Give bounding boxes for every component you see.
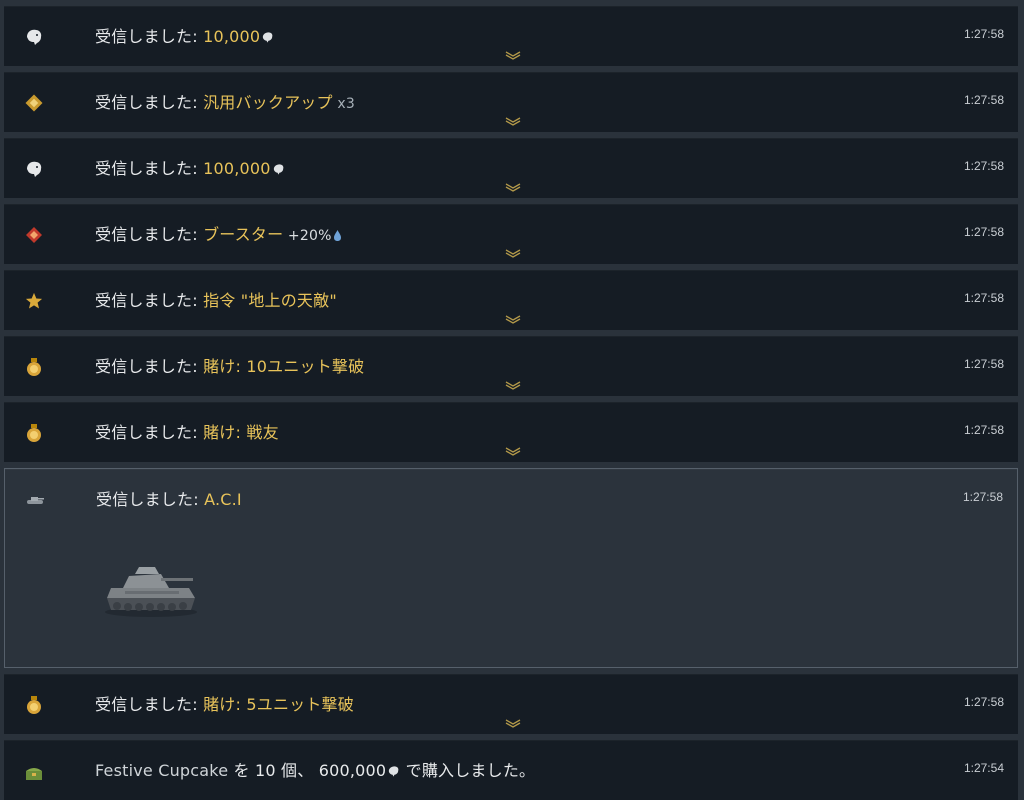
notification-text: 受信しました: 賭け: 10ユニット撃破 xyxy=(95,353,364,377)
notification-row[interactable]: 受信しました: 指令 "地上の天敵" 1:27:58 xyxy=(4,270,1018,330)
booster-value: +20% xyxy=(283,228,332,244)
booster-icon xyxy=(23,224,45,246)
expand-chevron-icon[interactable] xyxy=(505,446,521,456)
expand-chevron-icon[interactable] xyxy=(505,50,521,60)
received-prefix: 受信しました: xyxy=(96,490,205,509)
received-prefix: 受信しました: xyxy=(95,423,204,442)
received-prefix: 受信しました: xyxy=(95,695,204,714)
notification-text: 受信しました: 10,000 xyxy=(95,23,274,47)
notification-row[interactable]: Festive Cupcake を 10 個、 600,000 で購入しました。… xyxy=(4,740,1018,800)
expand-chevron-icon[interactable] xyxy=(505,314,521,324)
notification-row[interactable]: 受信しました: 賭け: 戦友 1:27:58 xyxy=(4,402,1018,462)
reward-name: 汎用バックアップ xyxy=(203,93,333,112)
lion-icon xyxy=(23,26,45,48)
expand-chevron-icon[interactable] xyxy=(505,380,521,390)
timestamp: 1:27:58 xyxy=(963,225,1004,239)
notification-row[interactable]: 受信しました: 汎用バックアップ x3 1:27:58 xyxy=(4,72,1018,132)
reward-type: 賭け xyxy=(203,695,236,714)
reward-name: 10ユニット撃破 xyxy=(246,357,365,376)
timestamp: 1:27:58 xyxy=(963,423,1004,437)
expand-chevron-icon[interactable] xyxy=(505,718,521,728)
timestamp: 1:27:58 xyxy=(963,357,1004,371)
notification-text: 受信しました: 賭け: 戦友 xyxy=(95,419,279,443)
backup-icon xyxy=(23,92,45,114)
expand-chevron-icon[interactable] xyxy=(505,248,521,258)
reward-type: 賭け xyxy=(203,423,236,442)
received-prefix: 受信しました: xyxy=(95,159,204,178)
notification-text: 受信しました: ブースター +20% xyxy=(95,221,342,245)
reward-amount: 10,000 xyxy=(203,27,261,46)
notification-row[interactable]: 受信しました: 100,000 1:27:58 xyxy=(4,138,1018,198)
reward-type: 賭け xyxy=(203,357,236,376)
timestamp: 1:27:58 xyxy=(963,93,1004,107)
reward-name: ブースター xyxy=(203,225,284,244)
timestamp: 1:27:58 xyxy=(963,159,1004,173)
tank-icon xyxy=(24,489,46,511)
silver-lion-icon xyxy=(389,766,399,777)
notification-text: 受信しました: A.C.I xyxy=(96,486,242,510)
vehicle-name: A.C.I xyxy=(204,490,242,509)
notification-text: 受信しました: 100,000 xyxy=(95,155,285,179)
notification-feed: 受信しました: 10,000 1:27:58 受信しました: 汎用バックアップ … xyxy=(0,0,1024,800)
reward-separator: : xyxy=(235,423,247,442)
reward-separator: : xyxy=(235,695,247,714)
expand-chevron-icon[interactable] xyxy=(505,182,521,192)
notification-row[interactable]: 受信しました: 10,000 1:27:58 xyxy=(4,6,1018,66)
received-prefix: 受信しました: xyxy=(95,27,204,46)
wager-icon xyxy=(23,356,45,378)
reward-name: 指令 "地上の天敵" xyxy=(203,291,337,310)
timestamp: 1:27:54 xyxy=(963,761,1004,775)
received-prefix: 受信しました: xyxy=(95,357,204,376)
reward-quantity: x3 xyxy=(332,96,355,112)
purchase-count-text: を 10 個、 xyxy=(228,761,319,780)
reward-name: 戦友 xyxy=(246,423,279,442)
notification-row[interactable]: 受信しました: 賭け: 10ユニット撃破 1:27:58 xyxy=(4,336,1018,396)
notification-row[interactable]: 受信しました: ブースター +20% 1:27:58 xyxy=(4,204,1018,264)
notification-text: Festive Cupcake を 10 個、 600,000 で購入しました。 xyxy=(95,757,535,781)
silver-lion-icon xyxy=(273,164,284,175)
timestamp: 1:27:58 xyxy=(962,490,1003,504)
received-prefix: 受信しました: xyxy=(95,291,204,310)
chest-icon xyxy=(23,762,45,784)
received-prefix: 受信しました: xyxy=(95,225,204,244)
purchase-suffix-text: で購入しました。 xyxy=(400,761,536,780)
reward-separator: : xyxy=(235,357,247,376)
timestamp: 1:27:58 xyxy=(963,27,1004,41)
star-icon xyxy=(23,290,45,312)
vehicle-image xyxy=(105,567,197,617)
notification-text: 受信しました: 指令 "地上の天敵" xyxy=(95,287,337,311)
timestamp: 1:27:58 xyxy=(963,291,1004,305)
expand-chevron-icon[interactable] xyxy=(505,116,521,126)
notification-row-expanded[interactable]: 受信しました: A.C.I 1:27:58 xyxy=(4,468,1018,668)
reward-name: 5ユニット撃破 xyxy=(246,695,354,714)
reward-amount: 100,000 xyxy=(203,159,271,178)
purchased-item-name: Festive Cupcake xyxy=(95,761,229,780)
wager-icon xyxy=(23,422,45,444)
lion-icon xyxy=(23,158,45,180)
timestamp: 1:27:58 xyxy=(963,695,1004,709)
received-prefix: 受信しました: xyxy=(95,93,204,112)
research-drop-icon xyxy=(333,230,341,241)
wager-icon xyxy=(23,694,45,716)
notification-text: 受信しました: 賭け: 5ユニット撃破 xyxy=(95,691,354,715)
notification-row[interactable]: 受信しました: 賭け: 5ユニット撃破 1:27:58 xyxy=(4,674,1018,734)
purchase-price: 600,000 xyxy=(318,761,387,780)
silver-lion-icon xyxy=(263,32,273,43)
notification-text: 受信しました: 汎用バックアップ x3 xyxy=(95,89,355,113)
